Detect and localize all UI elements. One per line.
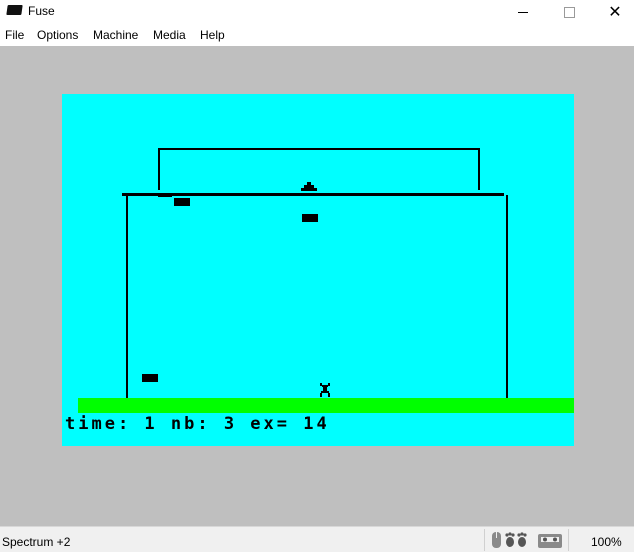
floor-strip [78, 398, 574, 413]
platform-block [174, 198, 190, 206]
spectrum-screen[interactable]: time: 1 nb: 3 ex= 14 [62, 94, 574, 446]
menu-options[interactable]: Options [37, 28, 78, 42]
minimize-button[interactable] [500, 0, 546, 24]
ledge-fragment [158, 195, 172, 197]
game-playfield [78, 148, 574, 413]
right-wall [506, 195, 508, 399]
status-divider [484, 529, 485, 551]
player-sprite [320, 383, 330, 397]
machine-label: Spectrum +2 [2, 535, 71, 549]
footprints-icon [505, 532, 527, 547]
top-ledge [122, 193, 504, 196]
platform-block [142, 374, 158, 382]
menu-file[interactable]: File [5, 28, 24, 42]
menu-bar: File Options Machine Media Help [0, 26, 634, 45]
menu-machine[interactable]: Machine [93, 28, 138, 42]
tape-icon [538, 534, 562, 548]
window-title: Fuse [28, 4, 55, 18]
status-bar: Spectrum +2 100% [0, 526, 634, 552]
maximize-icon [563, 6, 575, 18]
maximize-button[interactable] [546, 0, 592, 24]
close-button[interactable]: ✕ [592, 0, 634, 24]
title-bar: Fuse ✕ [0, 0, 634, 24]
emulator-border: time: 1 nb: 3 ex= 14 [0, 46, 634, 526]
status-divider [568, 529, 569, 551]
menu-media[interactable]: Media [153, 28, 186, 42]
status-icons [492, 532, 562, 548]
left-wall [126, 195, 128, 399]
speed-label: 100% [591, 535, 622, 549]
enemy-sprite [301, 182, 317, 191]
close-icon: ✕ [608, 4, 622, 21]
menu-help[interactable]: Help [200, 28, 225, 42]
mouse-icon [492, 532, 501, 548]
spectrum-icon [6, 5, 23, 15]
platform-block [302, 214, 318, 222]
hud-text: time: 1 nb: 3 ex= 14 [65, 414, 330, 434]
minimize-icon [518, 11, 528, 13]
upper-frame [158, 148, 480, 190]
